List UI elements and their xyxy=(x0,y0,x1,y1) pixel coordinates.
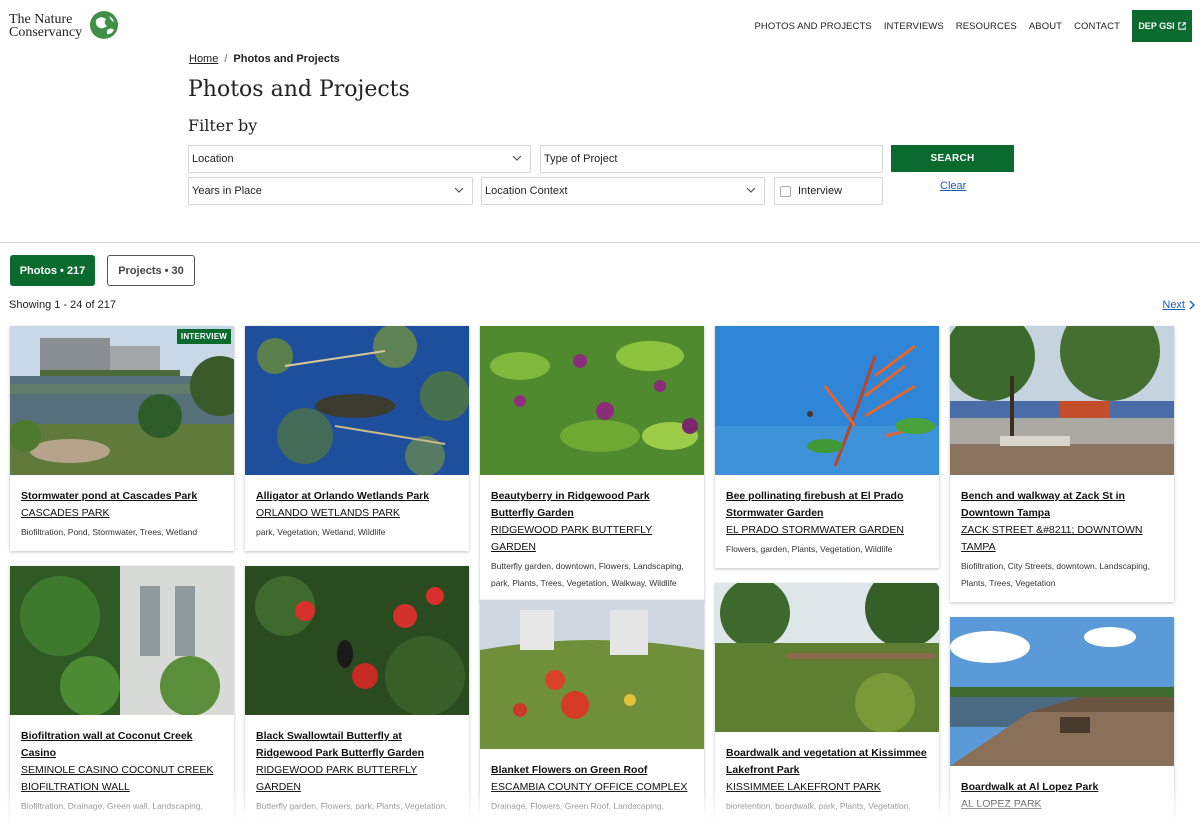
type-of-project-placeholder: Type of Project xyxy=(544,153,618,165)
photo-card[interactable]: INTERVIEW Stormwater pond at Cascades Pa… xyxy=(10,326,234,551)
filter-heading: Filter by xyxy=(188,116,258,135)
photo-card[interactable]: Boardwalk at Al Lopez Park AL LOPEZ PARK xyxy=(950,617,1174,821)
card-location[interactable]: EL PRADO STORMWATER GARDEN xyxy=(726,522,928,539)
photo-card[interactable]: Biofiltration wall at Coconut Creek Casi… xyxy=(10,566,234,821)
card-tags: Butterfly garden, Flowers, park, Plants,… xyxy=(256,801,448,821)
main-nav: PHOTOS AND PROJECTS INTERVIEWS RESOURCES… xyxy=(742,10,1192,42)
card-location[interactable]: AL LOPEZ PARK xyxy=(961,796,1163,813)
card-location[interactable]: KISSIMMEE LAKEFRONT PARK xyxy=(726,779,928,796)
card-tags: park, Vegetation, Wetland, Wildlife xyxy=(256,527,386,537)
location-select-value: Location xyxy=(192,153,234,165)
chevron-right-icon xyxy=(1189,300,1195,310)
photo-card[interactable]: Bee pollinating firebush at El Prado Sto… xyxy=(715,326,939,568)
photo-card[interactable]: Alligator at Orlando Wetlands Park ORLAN… xyxy=(245,326,469,551)
nav-interviews[interactable]: INTERVIEWS xyxy=(884,21,944,32)
boardwalk-lake-photo xyxy=(950,617,1174,766)
card-location[interactable]: CASCADES PARK xyxy=(21,505,223,522)
search-button[interactable]: SEARCH xyxy=(891,145,1014,172)
card-tags: Flowers, garden, Plants, Vegetation, Wil… xyxy=(726,544,893,554)
dep-gsi-label: DEP GSI xyxy=(1138,21,1175,31)
card-title[interactable]: Boardwalk and vegetation at Kissimmee La… xyxy=(726,745,928,779)
card-location[interactable]: ESCAMBIA COUNTY OFFICE COMPLEX xyxy=(491,779,693,796)
card-title[interactable]: Alligator at Orlando Wetlands Park xyxy=(256,488,458,505)
card-title[interactable]: Bench and walkway at Zack St in Downtown… xyxy=(961,488,1163,522)
boardwalk-vegetation-photo xyxy=(715,583,939,732)
photo-card[interactable]: Bench and walkway at Zack St in Downtown… xyxy=(950,326,1174,602)
card-title[interactable]: Blanket Flowers on Green Roof xyxy=(491,762,693,779)
location-select[interactable]: Location xyxy=(188,145,531,173)
card-location[interactable]: ZACK STREET &#8211; DOWNTOWN TAMPA xyxy=(961,522,1163,556)
page-title: Photos and Projects xyxy=(188,77,410,102)
card-title[interactable]: Beautyberry in Ridgewood Park Butterfly … xyxy=(491,488,693,522)
firebush-photo xyxy=(715,326,939,475)
bench-walkway-photo xyxy=(950,326,1174,475)
alligator-photo xyxy=(245,326,469,475)
location-context-select[interactable]: Location Context xyxy=(481,177,765,205)
interview-checkbox[interactable] xyxy=(780,185,791,197)
dep-gsi-button[interactable]: DEP GSI xyxy=(1132,10,1192,42)
clear-filters-link[interactable]: Clear xyxy=(940,180,966,192)
location-context-value: Location Context xyxy=(485,185,568,197)
site-logo[interactable]: The Nature Conservancy xyxy=(9,10,121,42)
globe-leaf-icon xyxy=(90,11,118,39)
photo-card[interactable]: Black Swallowtail Butterfly at Ridgewood… xyxy=(245,566,469,821)
chevron-down-icon xyxy=(454,187,464,193)
chevron-down-icon xyxy=(512,155,522,161)
nav-about[interactable]: ABOUT xyxy=(1029,21,1062,32)
swallowtail-photo xyxy=(245,566,469,715)
chevron-down-icon xyxy=(746,187,756,193)
card-title[interactable]: Black Swallowtail Butterfly at Ridgewood… xyxy=(256,728,458,762)
card-tags: Butterfly garden, downtown, Flowers, Lan… xyxy=(491,561,684,588)
card-title[interactable]: Stormwater pond at Cascades Park xyxy=(21,488,223,505)
nav-resources[interactable]: RESOURCES xyxy=(956,21,1017,32)
years-in-place-value: Years in Place xyxy=(192,185,262,197)
section-divider xyxy=(0,242,1200,243)
card-title[interactable]: Boardwalk at Al Lopez Park xyxy=(961,779,1163,796)
interview-checkbox-field[interactable]: Interview xyxy=(774,177,883,205)
photo-card[interactable]: Beautyberry in Ridgewood Park Butterfly … xyxy=(480,326,704,602)
card-tags: Drainage, Flowers, Green Roof, Landscapi… xyxy=(491,801,664,811)
card-tags: Biofiltration, Pond, Stormwater, Trees, … xyxy=(21,527,198,537)
years-in-place-select[interactable]: Years in Place xyxy=(188,177,473,205)
nav-contact[interactable]: CONTACT xyxy=(1074,21,1120,32)
type-of-project-input[interactable]: Type of Project xyxy=(540,145,883,173)
card-tags: Biofiltration, Drainage, Green wall, Lan… xyxy=(21,801,203,811)
results-count: Showing 1 - 24 of 217 xyxy=(9,299,117,311)
photo-card[interactable]: Blanket Flowers on Green Roof ESCAMBIA C… xyxy=(480,600,704,821)
card-title[interactable]: Bee pollinating firebush at El Prado Sto… xyxy=(726,488,928,522)
photo-card[interactable]: Boardwalk and vegetation at Kissimmee La… xyxy=(715,583,939,821)
card-tags: bioretention, boardwalk, park, Plants, V… xyxy=(726,801,911,811)
tab-projects[interactable]: Projects • 30 xyxy=(107,255,195,286)
card-location[interactable]: RIDGEWOOD PARK BUTTERFLY GARDEN xyxy=(491,522,693,556)
logo-wordmark: The Nature Conservancy xyxy=(9,12,83,40)
card-tags: Biofiltration, City Streets, downtown, L… xyxy=(961,561,1150,588)
card-title[interactable]: Biofiltration wall at Coconut Creek Casi… xyxy=(21,728,223,762)
next-page-label: Next xyxy=(1162,299,1185,311)
interview-label: Interview xyxy=(798,185,843,197)
green-wall-photo xyxy=(10,566,234,715)
breadcrumb-separator: / xyxy=(224,53,228,65)
breadcrumb-current: Photos and Projects xyxy=(233,53,340,65)
beautyberry-photo xyxy=(480,326,704,475)
breadcrumb: Home / Photos and Projects xyxy=(189,53,340,65)
card-location[interactable]: RIDGEWOOD PARK BUTTERFLY GARDEN xyxy=(256,762,458,796)
card-location[interactable]: ORLANDO WETLANDS PARK xyxy=(256,505,458,522)
card-location[interactable]: SEMINOLE CASINO COCONUT CREEK BIOFILTRAT… xyxy=(21,762,223,796)
pond-park-photo: INTERVIEW xyxy=(10,326,234,475)
next-page-link[interactable]: Next xyxy=(1162,299,1196,311)
site-header: The Nature Conservancy PHOTOS AND PROJEC… xyxy=(0,0,1200,52)
green-roof-photo xyxy=(480,600,704,749)
breadcrumb-home-link[interactable]: Home xyxy=(189,53,218,65)
tab-photos[interactable]: Photos • 217 xyxy=(10,255,95,286)
external-link-icon xyxy=(1177,22,1186,30)
nav-photos-and-projects[interactable]: PHOTOS AND PROJECTS xyxy=(754,21,871,32)
interview-badge: INTERVIEW xyxy=(176,329,231,344)
